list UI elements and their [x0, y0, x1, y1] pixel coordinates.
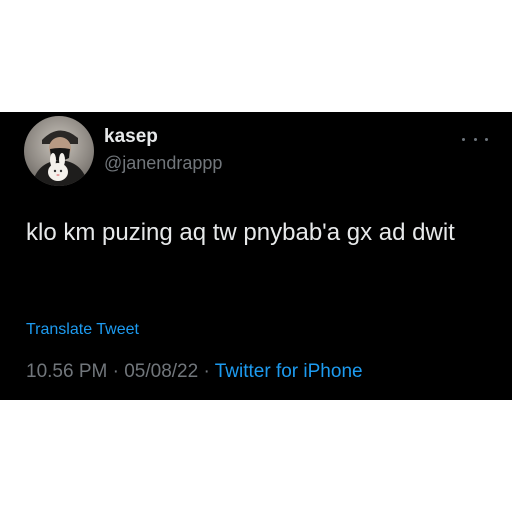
more-horizontal-icon: [462, 137, 465, 141]
user-handle[interactable]: @janendrappp: [104, 152, 222, 174]
tweet-card: kasep @janendrappp klo km puzing aq tw p…: [0, 112, 512, 400]
meta-separator: ·: [198, 361, 215, 382]
more-horizontal-icon: [485, 137, 488, 141]
translate-tweet-link[interactable]: Translate Tweet: [26, 320, 139, 340]
avatar[interactable]: [24, 116, 94, 186]
display-name[interactable]: kasep: [104, 126, 158, 148]
tweet-text: klo km puzing aq tw pnybab'a gx ad dwit: [26, 219, 455, 246]
meta-separator: ·: [107, 361, 125, 382]
more-horizontal-icon: [473, 137, 477, 141]
avatar-photo-icon: [32, 130, 88, 186]
tweet-source-link[interactable]: Twitter for iPhone: [215, 361, 363, 382]
tweet-date[interactable]: 05/08/22: [124, 361, 198, 382]
tweet-time[interactable]: 10.56 PM: [26, 361, 107, 382]
tweet-metadata: 10.56 PM · 05/08/22 · Twitter for iPhone: [26, 360, 363, 384]
more-options-button[interactable]: [462, 134, 488, 144]
